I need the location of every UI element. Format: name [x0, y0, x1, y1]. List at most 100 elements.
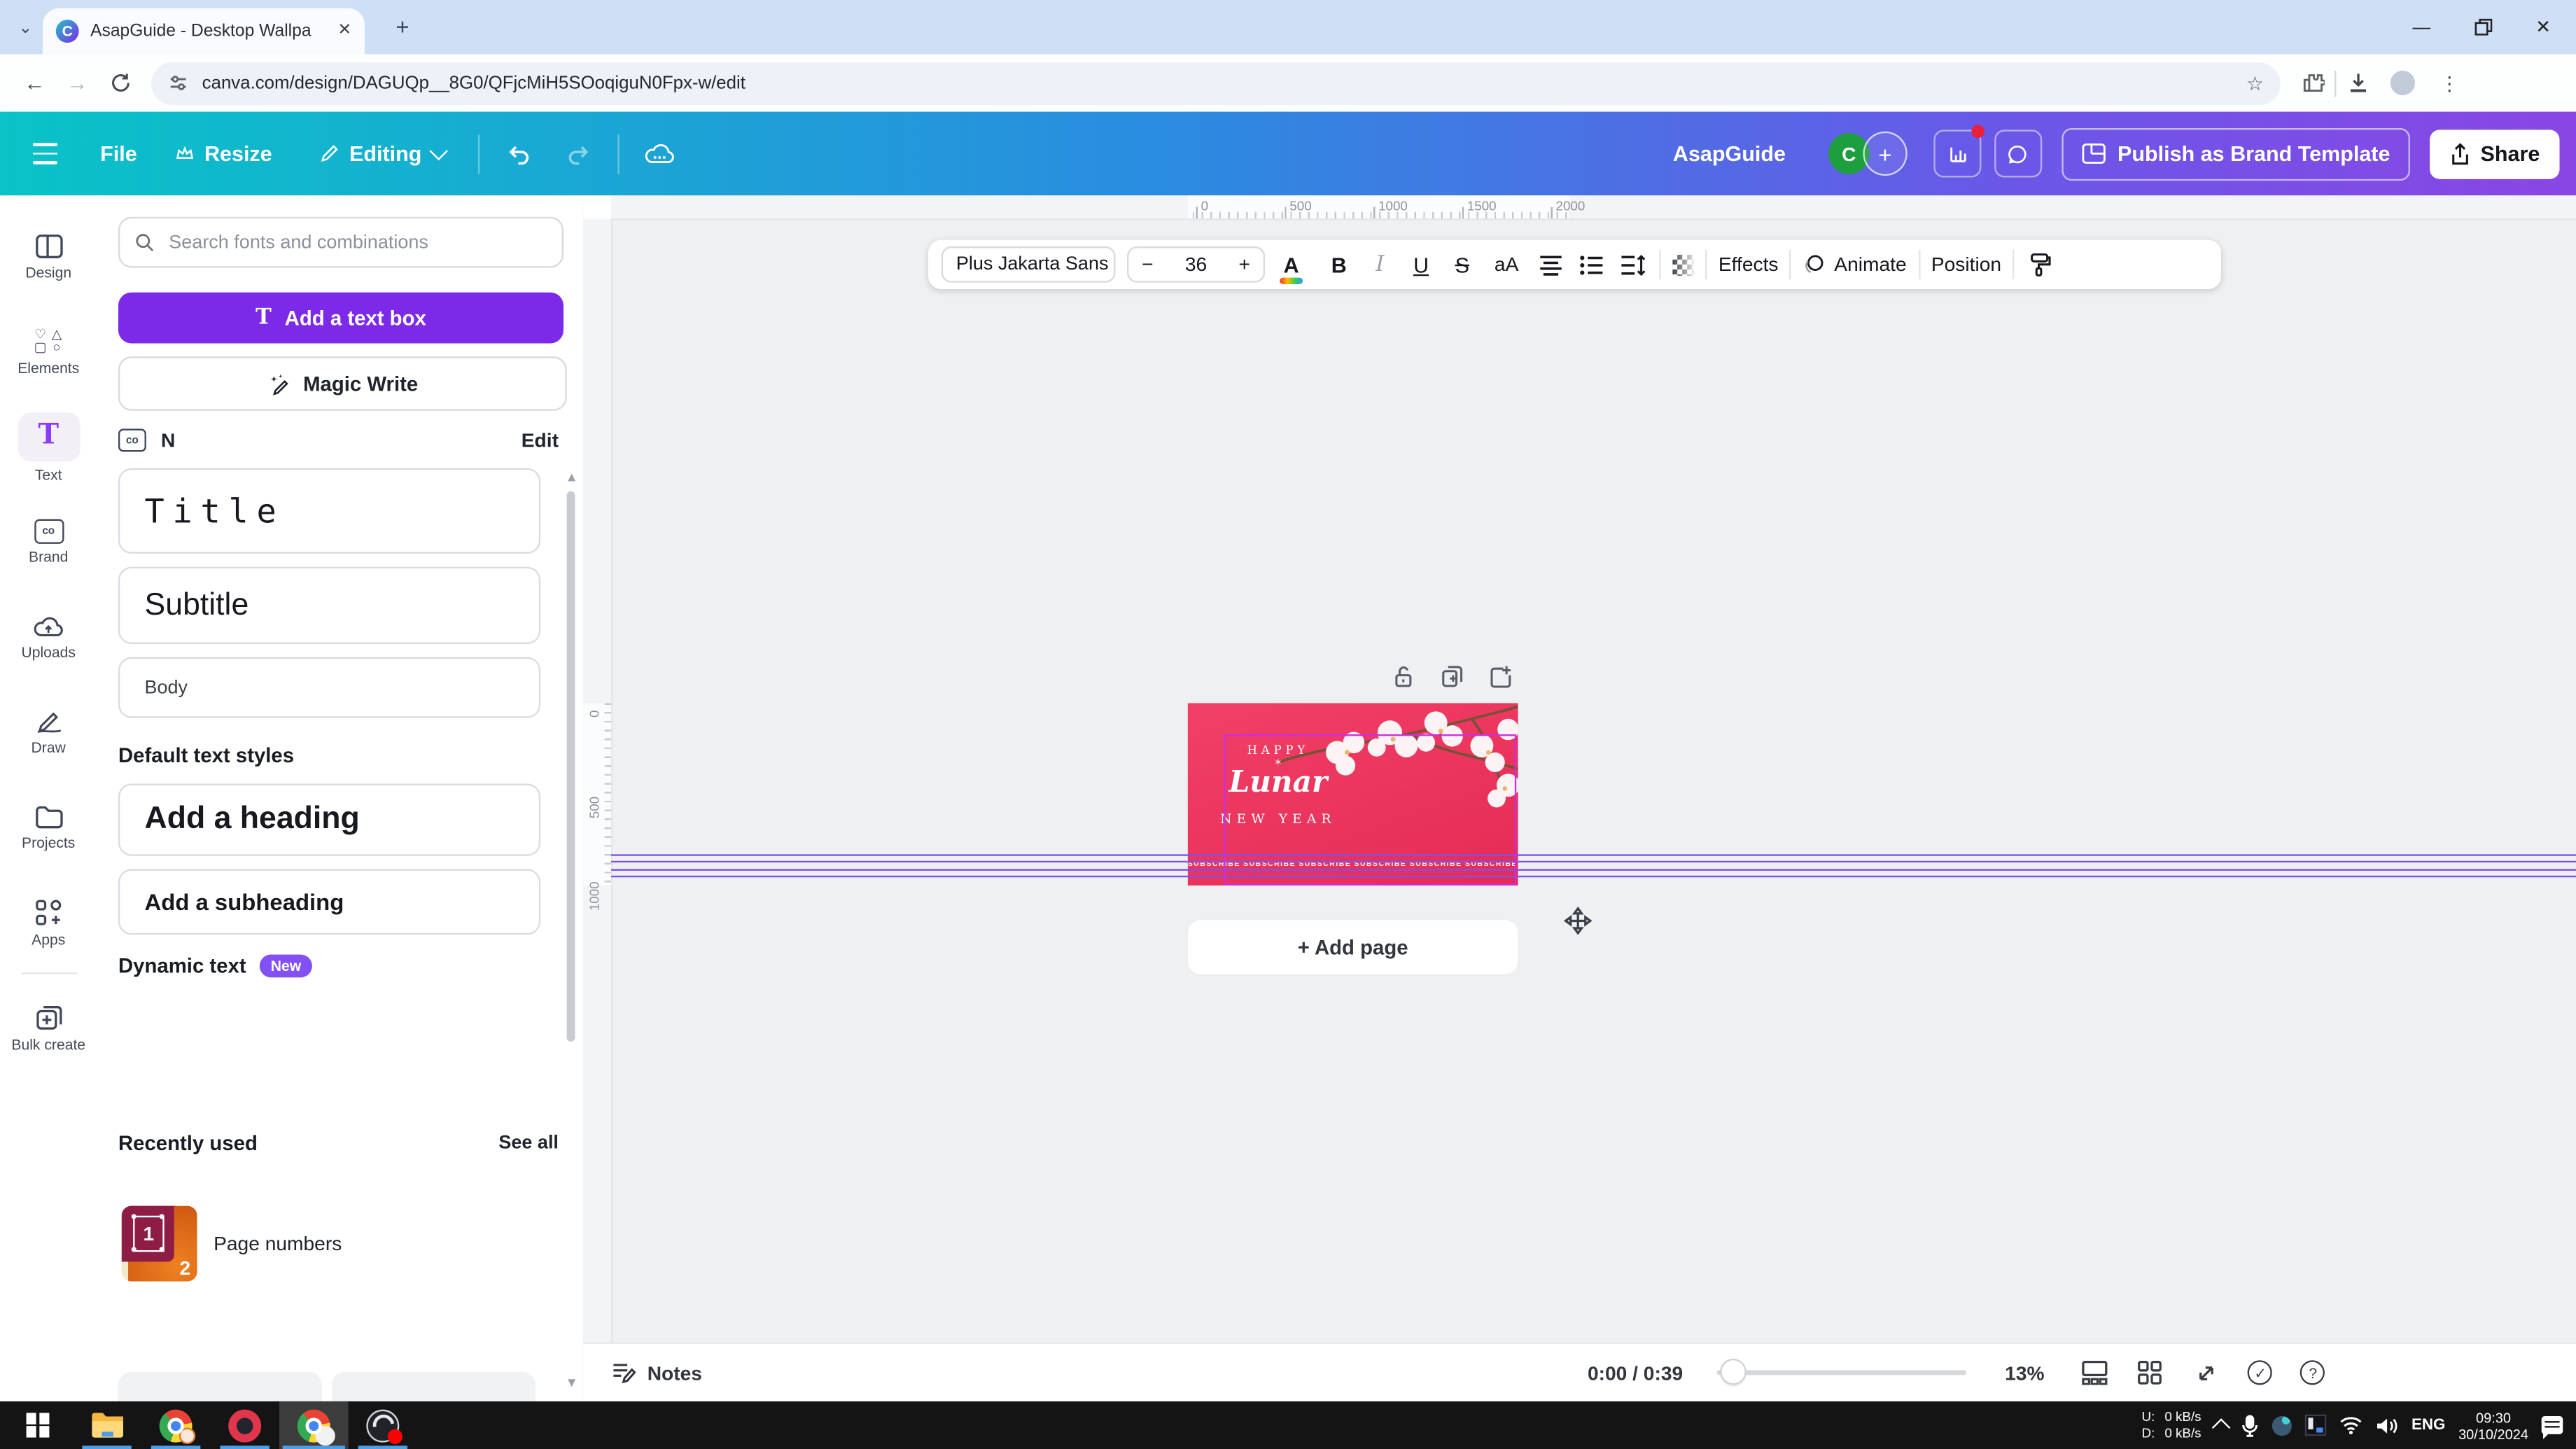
undo-icon[interactable]	[505, 141, 532, 167]
file-menu[interactable]: File	[100, 141, 137, 166]
timeline-slider-knob[interactable]	[1723, 1360, 1746, 1383]
language-indicator[interactable]: ENG	[2412, 1416, 2445, 1434]
title-style-card[interactable]: Title	[118, 468, 540, 554]
font-search-box[interactable]	[118, 217, 564, 268]
panel-scroll-down-icon[interactable]: ▼	[565, 1377, 578, 1390]
font-size-decrease[interactable]: −	[1142, 253, 1153, 276]
resize-menu[interactable]: Resize	[176, 141, 272, 166]
subtitle-style-card[interactable]: Subtitle	[118, 567, 540, 644]
body-style-card[interactable]: Body	[118, 657, 540, 718]
sidebar-item-uploads[interactable]: Uploads	[0, 590, 97, 685]
bold-button[interactable]: B	[1324, 252, 1354, 276]
speaker-icon[interactable]	[2375, 1415, 2398, 1435]
see-all-link[interactable]: See all	[498, 1133, 559, 1153]
new-tab-button[interactable]: +	[389, 15, 416, 41]
comments-button[interactable]	[1994, 130, 2042, 177]
add-heading-card[interactable]: Add a heading	[118, 783, 540, 855]
editing-mode-menu[interactable]: Editing	[318, 141, 444, 166]
tab-close-icon[interactable]: ✕	[338, 23, 352, 39]
spacing-button[interactable]	[1618, 254, 1648, 276]
microphone-icon[interactable]	[2241, 1414, 2259, 1437]
strikethrough-button[interactable]: S	[1448, 252, 1477, 276]
sidebar-item-bulk-create[interactable]: Bulk create	[0, 981, 97, 1076]
download-icon[interactable]	[2346, 71, 2370, 95]
font-family-selector[interactable]: Plus Jakarta Sans	[941, 246, 1116, 283]
page-numbers-thumbnail[interactable]: 1 2	[122, 1206, 197, 1282]
timeline-slider[interactable]	[1717, 1370, 1967, 1375]
alignment-button[interactable]	[1536, 254, 1565, 276]
window-close-button[interactable]: ✕	[2515, 0, 2571, 54]
transparency-button[interactable]	[1672, 254, 1694, 276]
font-size-increase[interactable]: +	[1239, 253, 1250, 276]
zoom-level[interactable]: 13%	[2005, 1361, 2044, 1384]
search-input[interactable]	[166, 231, 547, 254]
duplicate-page-icon[interactable]	[1439, 664, 1466, 690]
notification-center-icon[interactable]	[2542, 1416, 2563, 1434]
site-settings-icon[interactable]	[167, 72, 189, 94]
check-circle-button[interactable]: ✓	[2248, 1360, 2273, 1385]
position-button[interactable]: Position	[1931, 253, 2001, 276]
sidebar-item-brand[interactable]: co Brand	[0, 494, 97, 589]
taskbar-chrome-active[interactable]	[279, 1401, 349, 1449]
fullscreen-button[interactable]	[2192, 1359, 2220, 1387]
recent-style-call-to-action[interactable]: call to ACTION	[118, 1372, 322, 1401]
publish-brand-template-button[interactable]: Publish as Brand Template	[2062, 127, 2409, 180]
sidebar-item-projects[interactable]: Projects	[0, 780, 97, 876]
unlock-icon[interactable]	[1390, 664, 1417, 690]
copy-style-roller-icon[interactable]	[2026, 251, 2052, 278]
panel-scroll-up-icon[interactable]: ▲	[565, 472, 578, 485]
forward-icon[interactable]: →	[56, 71, 99, 95]
add-page-button[interactable]: + Add page	[1188, 920, 1518, 974]
hamburger-menu-icon[interactable]	[33, 144, 57, 164]
taskbar-file-explorer[interactable]	[72, 1401, 141, 1449]
text-case-button[interactable]: aA	[1488, 253, 1525, 276]
effects-button[interactable]: Effects	[1718, 253, 1779, 276]
extensions-icon[interactable]	[2300, 71, 2325, 95]
font-size-value[interactable]: 36	[1185, 253, 1207, 276]
brand-edit-link[interactable]: Edit	[522, 429, 559, 452]
wifi-icon[interactable]	[2339, 1416, 2362, 1434]
sidebar-item-text[interactable]: T Text	[0, 399, 97, 494]
sidebar-item-design[interactable]: Design	[0, 209, 97, 304]
list-button[interactable]	[1577, 254, 1606, 276]
pages-view-button[interactable]	[2080, 1359, 2108, 1387]
add-text-box-button[interactable]: T Add a text box	[118, 293, 564, 344]
browser-tab[interactable]: C AsapGuide - Desktop Wallpape ✕	[43, 8, 365, 55]
browser-profile-avatar[interactable]	[2390, 71, 2415, 95]
taskbar-chrome-profile1[interactable]	[141, 1401, 211, 1449]
window-restore-button[interactable]	[2454, 0, 2510, 54]
sidebar-item-apps[interactable]: Apps	[0, 876, 97, 971]
image-selection-box[interactable]	[1224, 734, 1516, 886]
tab-search-button[interactable]: ⌄	[10, 13, 41, 45]
clock[interactable]: 09:30 30/10/2024	[2458, 1409, 2528, 1442]
redo-icon[interactable]	[565, 141, 592, 167]
magic-write-button[interactable]: Magic Write	[118, 356, 567, 410]
window-minimize-button[interactable]: —	[2393, 0, 2449, 54]
panel-scrollbar[interactable]	[567, 491, 575, 1042]
recent-style-global-solutions[interactable]: Global Solutions	[332, 1372, 536, 1401]
sidebar-item-elements[interactable]: ♡△▢○ Elements	[0, 304, 97, 399]
reload-icon[interactable]	[99, 72, 141, 94]
taskbar-obs[interactable]	[349, 1401, 418, 1449]
url-bar[interactable]: canva.com/design/DAGUQp__8G0/QFjcMiH5SOo…	[151, 62, 2281, 104]
tray-app-icon[interactable]	[2272, 1415, 2291, 1435]
text-color-button[interactable]: A	[1277, 252, 1306, 276]
animate-button[interactable]: Animate	[1803, 253, 1907, 276]
notes-button[interactable]: Notes	[648, 1361, 702, 1384]
back-icon[interactable]: ←	[13, 71, 56, 95]
tray-miniapp-icon[interactable]	[2304, 1415, 2326, 1436]
bookmark-star-icon[interactable]: ☆	[2246, 71, 2264, 94]
grid-view-button[interactable]	[2136, 1359, 2164, 1387]
add-member-button[interactable]: +	[1863, 132, 1907, 176]
italic-button[interactable]: I	[1365, 252, 1394, 276]
browser-menu-icon[interactable]: ⋮	[2428, 71, 2471, 94]
start-button[interactable]	[4, 1401, 73, 1449]
tray-expand-icon[interactable]	[2211, 1418, 2230, 1437]
share-button[interactable]: Share	[2430, 129, 2560, 178]
add-subheading-card[interactable]: Add a subheading	[118, 869, 540, 935]
underline-button[interactable]: U	[1406, 252, 1436, 276]
sidebar-item-draw[interactable]: Draw	[0, 685, 97, 780]
insights-button[interactable]	[1933, 130, 1981, 177]
help-button[interactable]: ?	[2301, 1360, 2325, 1385]
taskbar-opera[interactable]	[210, 1401, 279, 1449]
